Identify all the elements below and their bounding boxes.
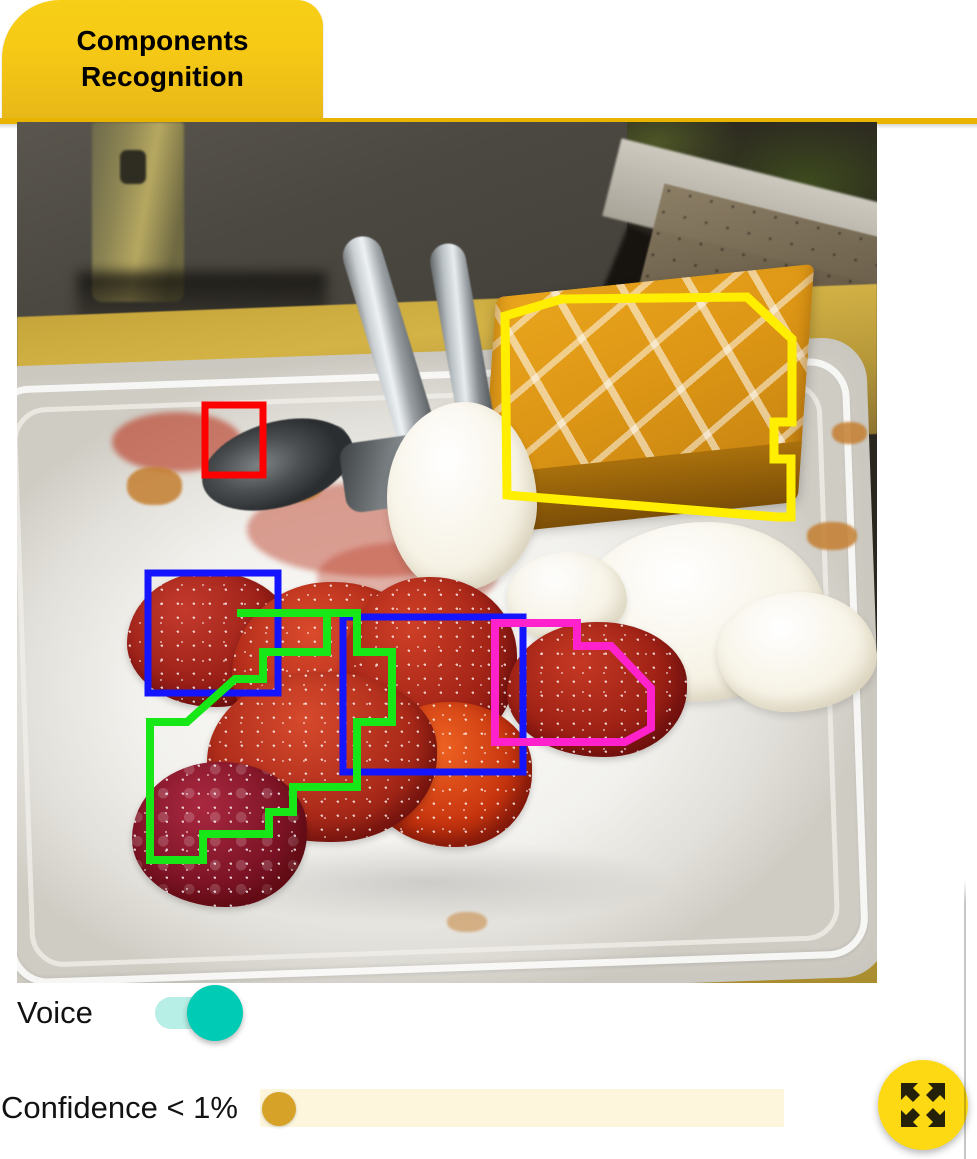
confidence-slider-thumb[interactable] [261,1092,296,1126]
voice-toggle[interactable] [154,985,243,1041]
confidence-row: Confidence < 1% [0,1089,784,1127]
annotation-strawberry-polygon [491,619,655,746]
confidence-slider[interactable] [259,1089,784,1127]
photo-scene [17,122,877,983]
tab-components-recognition[interactable]: Components Recognition [2,0,323,118]
annotation-overlay [144,292,797,864]
app-root: Components Recognition Voice Confidence … [0,0,977,1159]
controls-panel: Voice Confidence < 1% [0,983,977,1159]
voice-label: Voice [17,995,93,1030]
fullscreen-button[interactable] [878,1060,968,1150]
tab-label: Components Recognition [76,25,249,92]
scrollbar[interactable] [964,880,966,1159]
voice-row: Voice [17,985,243,1041]
tab-bar: Components Recognition [0,0,977,129]
confidence-label: Confidence < 1% [1,1090,238,1125]
annotation-berries-polygon [146,609,396,864]
annotation-spoon-box [201,401,267,479]
voice-toggle-knob[interactable] [186,985,243,1041]
recognition-image[interactable] [17,122,877,983]
annotation-waffle-polygon [500,292,797,522]
fullscreen-expand-icon [901,1083,945,1127]
